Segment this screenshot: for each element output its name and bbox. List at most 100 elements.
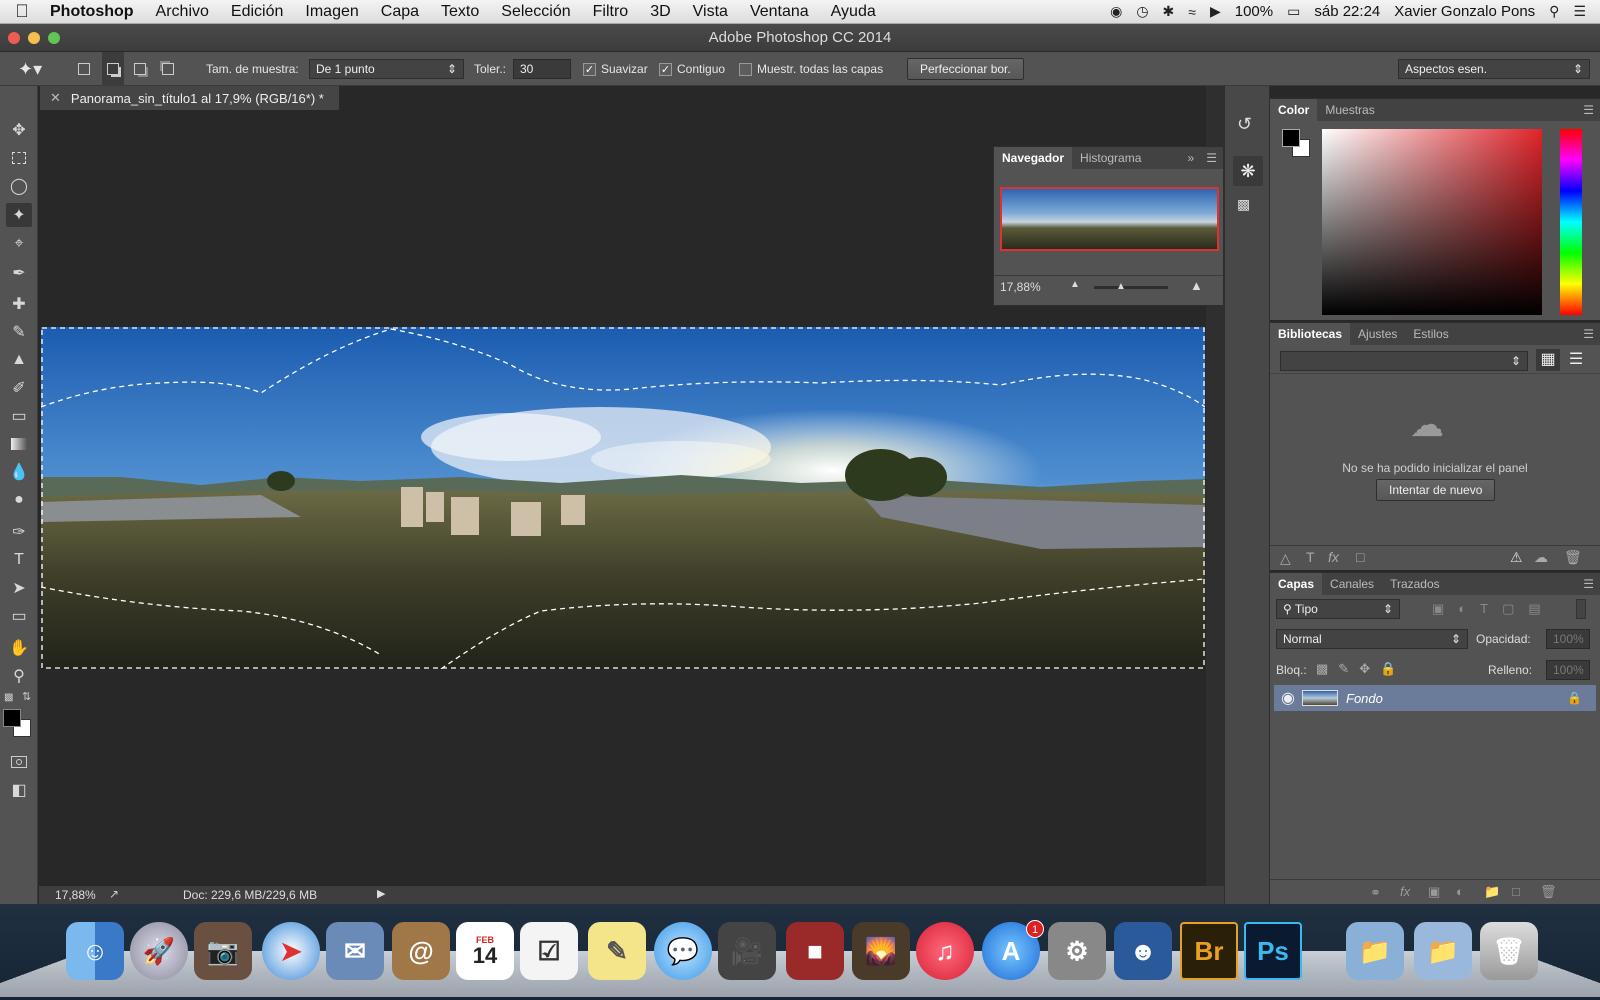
- apple-menu-icon[interactable]: : [0, 1, 44, 22]
- opacity-input[interactable]: 100%: [1546, 629, 1590, 649]
- document-tab[interactable]: ✕ Panorama_sin_título1 al 17,9% (RGB/16*…: [40, 86, 340, 110]
- delete-layer-icon[interactable]: 🗑: [1540, 884, 1557, 900]
- brush-tool-icon[interactable]: ✎: [6, 320, 32, 344]
- calendar-icon[interactable]: FEB 14: [456, 922, 514, 980]
- navigator-zoom-slider[interactable]: [1094, 286, 1168, 289]
- trash-icon[interactable]: 🗑: [1480, 922, 1538, 980]
- healing-brush-tool-icon[interactable]: ✚: [6, 292, 32, 316]
- collapse-panel-icon[interactable]: »: [1182, 147, 1201, 169]
- close-document-icon[interactable]: ✕: [50, 90, 61, 106]
- image-capture-icon[interactable]: 📷: [194, 922, 252, 980]
- new-layer-icon[interactable]: □: [1512, 884, 1520, 899]
- bridge-icon[interactable]: Br: [1180, 922, 1238, 980]
- zoom-tool-icon[interactable]: ⚲: [6, 664, 32, 688]
- filter-smart-object-icon[interactable]: ▤: [1528, 601, 1540, 617]
- sample-size-select[interactable]: De 1 punto ⇕: [309, 59, 464, 79]
- refine-edge-button[interactable]: Perfeccionar bor.: [907, 58, 1024, 80]
- menu-edicion[interactable]: Edición: [220, 3, 294, 21]
- menu-ayuda[interactable]: Ayuda: [820, 3, 887, 21]
- photoshop-icon[interactable]: Ps: [1244, 922, 1302, 980]
- retry-button[interactable]: Intentar de nuevo: [1376, 479, 1496, 501]
- system-preferences-icon[interactable]: ⚙: [1048, 922, 1106, 980]
- sample-all-layers-checkbox[interactable]: [739, 62, 752, 76]
- blend-mode-select[interactable]: Normal ⇕: [1276, 629, 1468, 649]
- histogram-panel-icon[interactable]: ▩: [1237, 196, 1250, 213]
- rectangle-tool-icon[interactable]: ▭: [6, 604, 32, 628]
- new-selection-icon[interactable]: [78, 52, 90, 86]
- add-selection-icon[interactable]: [102, 52, 124, 86]
- reminders-icon[interactable]: ☑: [520, 922, 578, 980]
- mail-icon[interactable]: ✉: [326, 922, 384, 980]
- menu-vista[interactable]: Vista: [682, 3, 739, 21]
- zoom-in-icon[interactable]: ▲: [1190, 278, 1203, 293]
- hand-tool-icon[interactable]: ✋: [6, 636, 32, 660]
- quick-mask-icon[interactable]: [6, 750, 32, 774]
- panel-menu-icon[interactable]: ☰: [1577, 323, 1600, 345]
- foreground-color-swatch[interactable]: [3, 709, 21, 727]
- iphoto-icon[interactable]: 🌄: [852, 922, 910, 980]
- menu-3d[interactable]: 3D: [639, 3, 681, 21]
- messenger-icon[interactable]: ☻: [1114, 922, 1172, 980]
- panel-menu-icon[interactable]: ☰: [1577, 573, 1600, 595]
- gradient-tool-icon[interactable]: [6, 432, 32, 456]
- add-mask-icon[interactable]: ▣: [1428, 884, 1440, 900]
- notes-icon[interactable]: ✎: [588, 922, 646, 980]
- photo-booth-icon[interactable]: ■: [786, 922, 844, 980]
- tab-histogram[interactable]: Histograma: [1072, 147, 1149, 169]
- bluetooth-icon[interactable]: ✱: [1163, 3, 1175, 20]
- panorama-image[interactable]: [41, 327, 1205, 669]
- volume-icon[interactable]: ▶: [1210, 3, 1221, 20]
- wifi-icon[interactable]: ≈: [1188, 4, 1196, 20]
- new-group-icon[interactable]: 📁: [1484, 884, 1500, 900]
- crop-tool-icon[interactable]: ⌖: [6, 232, 32, 256]
- filter-toggle[interactable]: [1576, 599, 1586, 619]
- tab-layers[interactable]: Capas: [1270, 573, 1323, 595]
- color-field[interactable]: [1322, 129, 1542, 315]
- blur-tool-icon[interactable]: 💧: [6, 460, 32, 484]
- clone-stamp-tool-icon[interactable]: ▲: [6, 348, 32, 372]
- swap-colors-icon[interactable]: ⇅: [22, 690, 31, 703]
- itunes-icon[interactable]: ♫: [916, 922, 974, 980]
- add-graphic-icon[interactable]: △: [1280, 550, 1291, 567]
- navigator-panel-icon[interactable]: ❋: [1233, 156, 1263, 186]
- minimize-window-button[interactable]: [28, 32, 40, 44]
- color-fg-swatch[interactable]: [1282, 129, 1300, 147]
- battery-percent[interactable]: 100%: [1235, 3, 1273, 20]
- visibility-eye-icon[interactable]: ◉: [1274, 688, 1302, 708]
- filter-adjustment-icon[interactable]: ◐: [1458, 601, 1466, 617]
- panel-menu-icon[interactable]: ☰: [1200, 147, 1223, 169]
- messages-icon[interactable]: 💬: [654, 922, 712, 980]
- contiguous-checkbox[interactable]: ✓: [659, 62, 672, 76]
- magic-wand-tool-icon[interactable]: ✦: [6, 203, 32, 227]
- documents-folder-icon[interactable]: 📁: [1346, 922, 1404, 980]
- type-tool-icon[interactable]: T: [6, 548, 32, 572]
- zoom-window-button[interactable]: [48, 32, 60, 44]
- filter-pixel-icon[interactable]: ▣: [1432, 601, 1444, 617]
- add-color-icon[interactable]: □: [1356, 549, 1364, 565]
- workspace-select[interactable]: Aspectos esen. ⇕: [1398, 59, 1590, 79]
- menu-capa[interactable]: Capa: [370, 3, 430, 21]
- tab-paths[interactable]: Trazados: [1382, 573, 1448, 595]
- grid-view-icon[interactable]: ▦: [1536, 349, 1560, 371]
- list-view-icon[interactable]: ☰: [1564, 349, 1588, 371]
- menu-seleccion[interactable]: Selección: [490, 3, 581, 21]
- windows-folder-icon[interactable]: 📁: [1414, 922, 1472, 980]
- tab-channels[interactable]: Canales: [1322, 573, 1382, 595]
- hue-slider[interactable]: [1560, 129, 1582, 315]
- link-layers-icon[interactable]: ⚭: [1370, 885, 1381, 901]
- move-tool-icon[interactable]: ✥: [6, 118, 32, 142]
- marquee-tool-icon[interactable]: [6, 146, 32, 170]
- menu-archivo[interactable]: Archivo: [145, 3, 220, 21]
- warning-icon[interactable]: ⚠: [1510, 549, 1523, 566]
- zoom-slider-thumb-icon[interactable]: ▲: [1116, 281, 1126, 292]
- layer-style-icon[interactable]: fx: [1400, 884, 1410, 899]
- eyedropper-tool-icon[interactable]: ✒: [6, 261, 32, 285]
- history-panel-icon[interactable]: ↺: [1237, 114, 1252, 135]
- lasso-tool-icon[interactable]: ◯: [6, 174, 32, 198]
- tab-adjustments[interactable]: Ajustes: [1350, 323, 1405, 345]
- layer-filter-select[interactable]: ⚲ Tipo ⇕: [1276, 599, 1400, 619]
- safari-icon[interactable]: ➤: [262, 922, 320, 980]
- default-colors-icon[interactable]: ▩: [4, 692, 13, 703]
- navigator-zoom-value[interactable]: 17,88%: [1000, 280, 1041, 294]
- battery-icon[interactable]: ▭: [1287, 3, 1300, 20]
